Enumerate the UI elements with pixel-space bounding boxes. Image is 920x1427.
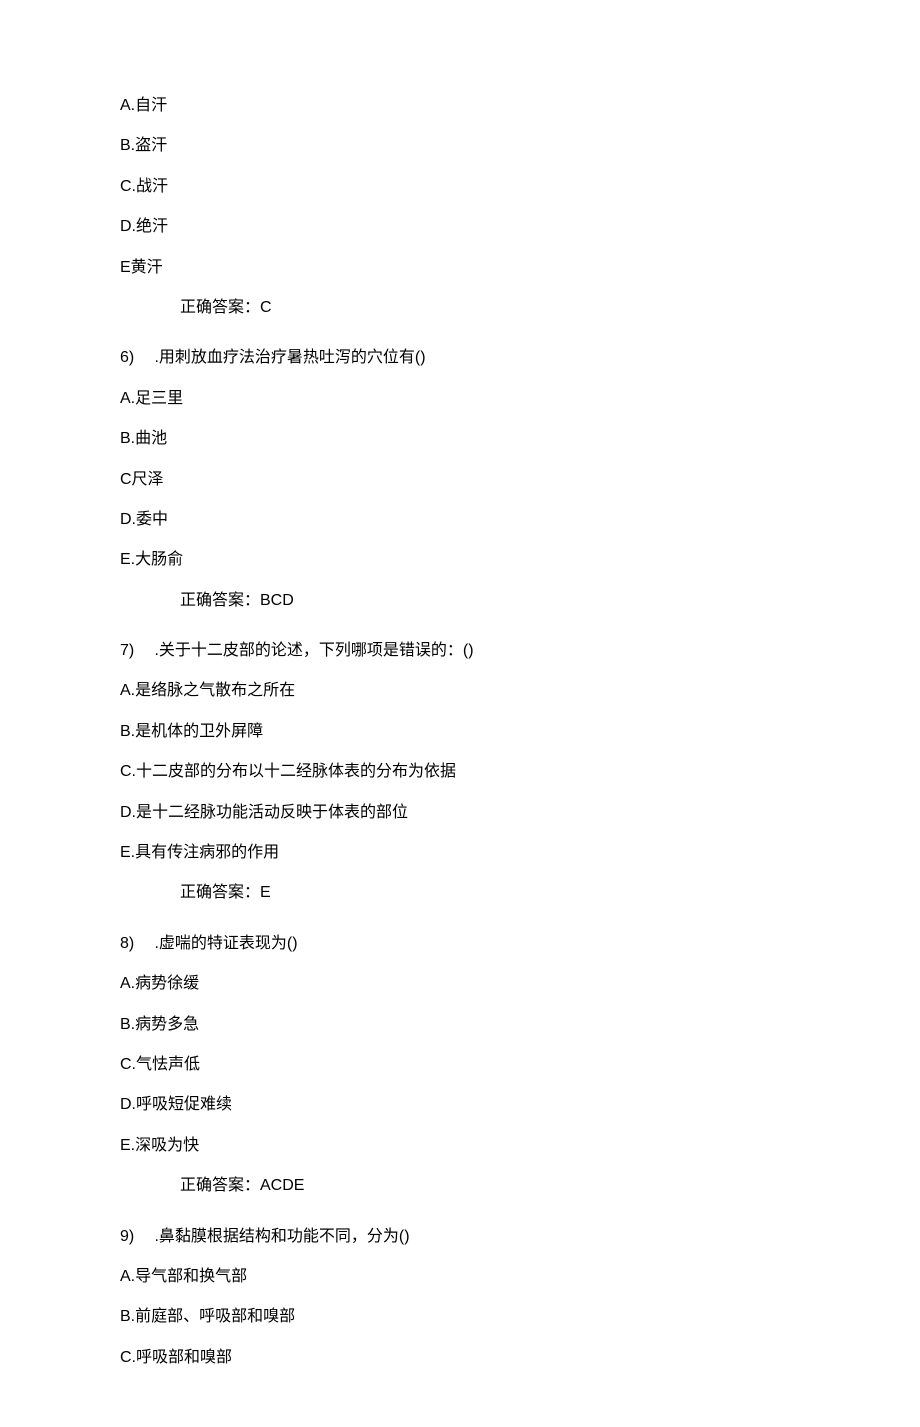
q8-option-b: B.病势多急 — [120, 1014, 800, 1036]
q9-text: .鼻黏膜根据结构和功能不同，分为() — [154, 1228, 409, 1245]
q8-option-c: C.气怯声低 — [120, 1054, 800, 1076]
q9-option-c: C.呼吸部和嗅部 — [120, 1347, 800, 1369]
q6-option-b: B.曲池 — [120, 428, 800, 450]
q6-option-d: D.委中 — [120, 509, 800, 531]
q7-option-c: C.十二皮部的分布以十二经脉体表的分布为依据 — [120, 761, 800, 783]
q9-stem: 9) .鼻黏膜根据结构和功能不同，分为() — [120, 1226, 800, 1248]
q8-option-d: D.呼吸短促难续 — [120, 1094, 800, 1116]
q7-stem: 7) .关于十二皮部的论述，下列哪项是错误的：() — [120, 640, 800, 662]
q7-option-a: A.是络脉之气散布之所在 — [120, 680, 800, 702]
q5-option-b: B.盗汗 — [120, 135, 800, 157]
q7-option-b: B.是机体的卫外屏障 — [120, 721, 800, 743]
q9-option-b: B.前庭部、呼吸部和嗅部 — [120, 1306, 800, 1328]
q6-option-a: A.足三里 — [120, 388, 800, 410]
q6-number: 6) — [120, 347, 150, 369]
q8-option-a: A.病势徐缓 — [120, 973, 800, 995]
q6-option-e: E.大肠俞 — [120, 549, 800, 571]
q7-answer: 正确答案：E — [180, 882, 800, 904]
q7-text: .关于十二皮部的论述，下列哪项是错误的：() — [154, 642, 473, 659]
q5-option-e: E黄汗 — [120, 257, 800, 279]
q8-text: .虚喘的特证表现为() — [154, 935, 297, 952]
q6-answer: 正确答案：BCD — [180, 590, 800, 612]
q5-answer: 正确答案：C — [180, 297, 800, 319]
q7-option-d: D.是十二经脉功能活动反映于体表的部位 — [120, 802, 800, 824]
q8-stem: 8) .虚喘的特证表现为() — [120, 933, 800, 955]
q5-option-c: C.战汗 — [120, 176, 800, 198]
q8-option-e: E.深吸为快 — [120, 1135, 800, 1157]
q6-stem: 6) .用刺放血疗法治疗暑热吐泻的穴位有() — [120, 347, 800, 369]
q9-option-a: A.导气部和换气部 — [120, 1266, 800, 1288]
q7-number: 7) — [120, 640, 150, 662]
q6-option-c: C尺泽 — [120, 469, 800, 491]
q7-option-e: E.具有传注病邪的作用 — [120, 842, 800, 864]
q8-answer: 正确答案：ACDE — [180, 1175, 800, 1197]
q5-option-a: A.自汗 — [120, 95, 800, 117]
document-page: A.自汗 B.盗汗 C.战汗 D.绝汗 E黄汗 正确答案：C 6) .用刺放血疗… — [0, 0, 920, 1427]
q5-option-d: D.绝汗 — [120, 216, 800, 238]
q8-number: 8) — [120, 933, 150, 955]
q6-text: .用刺放血疗法治疗暑热吐泻的穴位有() — [154, 349, 425, 366]
q9-number: 9) — [120, 1226, 150, 1248]
